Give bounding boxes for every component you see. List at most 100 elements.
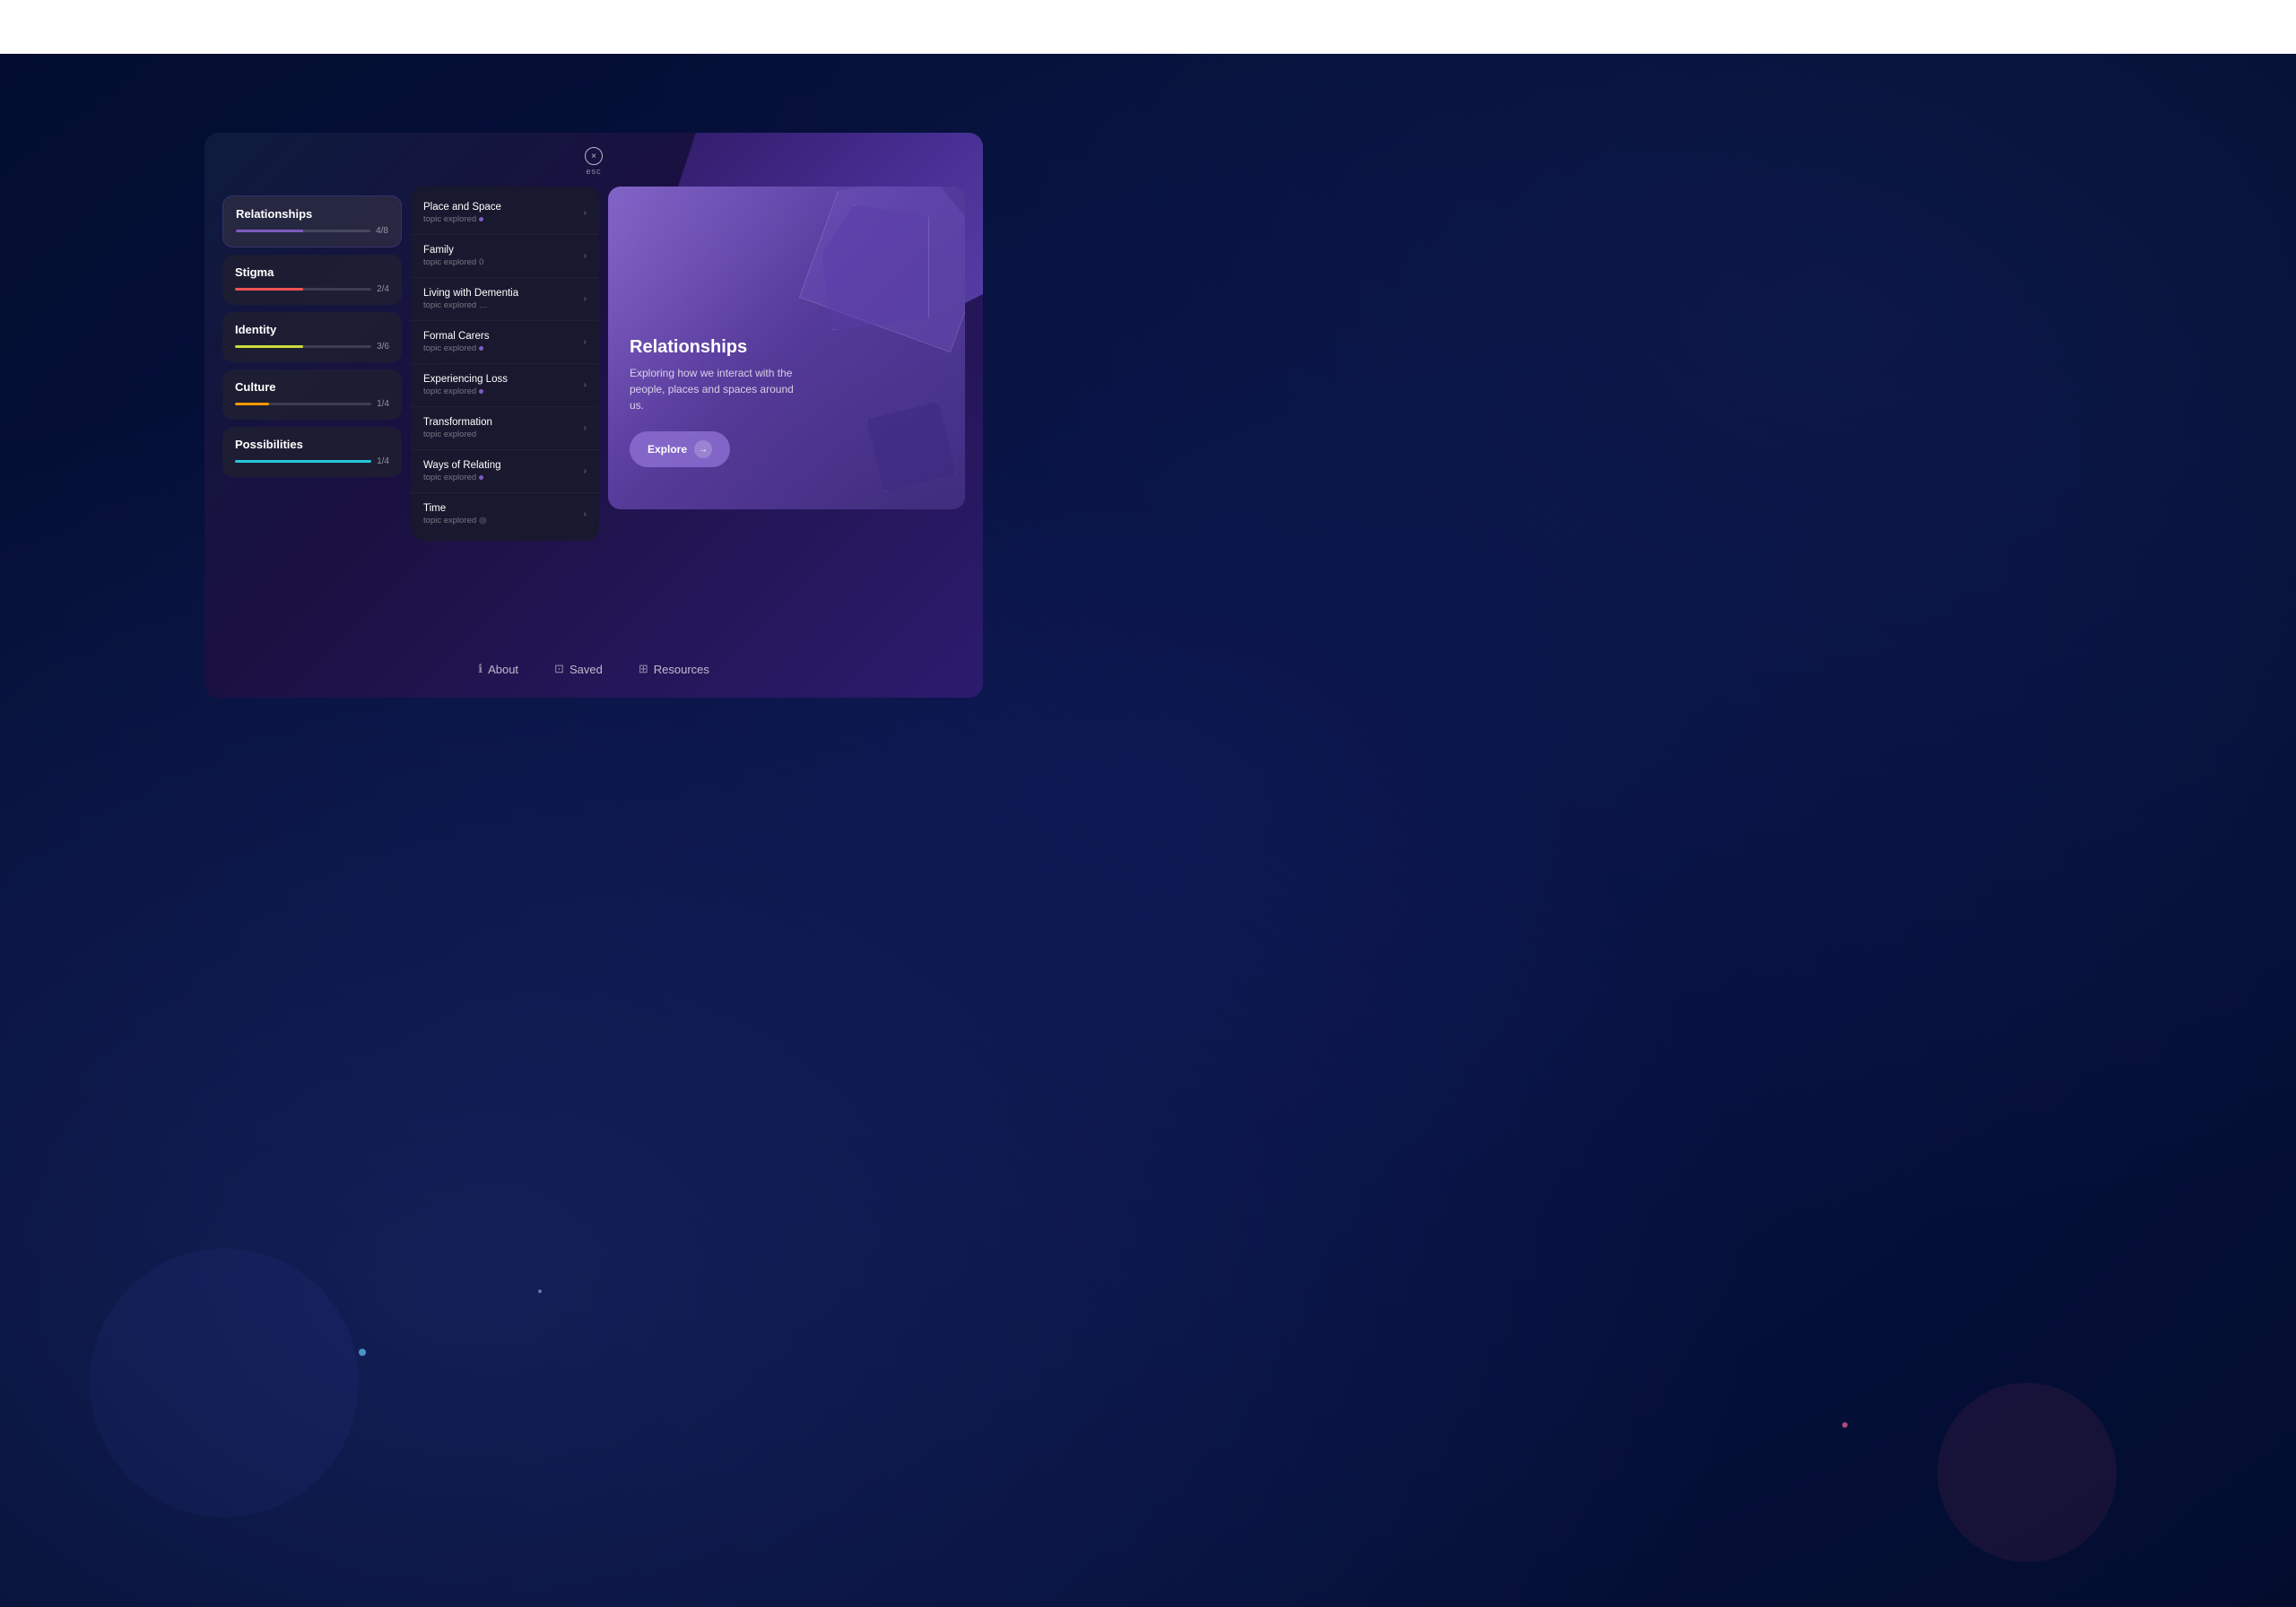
progress-label: 1/4 (377, 456, 389, 466)
topic-item-formal-carers[interactable]: Formal Carerstopic explored › (411, 321, 599, 364)
nav-label-resources: Resources (654, 663, 709, 676)
topic-item-living-with-dementia[interactable]: Living with Dementiatopic explored … › (411, 278, 599, 321)
saved-icon: ⊡ (554, 662, 564, 676)
topic-name: Time (423, 503, 486, 514)
progress-label: 2/4 (377, 284, 389, 294)
category-name: Relationships (236, 207, 388, 221)
topic-item-time[interactable]: Time topic explored ◎ › (411, 493, 599, 535)
topic-status-dot (479, 346, 483, 351)
topic-explored-text: topic explored (423, 516, 476, 526)
topic-chevron-icon: › (584, 337, 587, 347)
category-name: Identity (235, 323, 389, 336)
nav-label-about: About (488, 663, 518, 676)
progress-label: 3/6 (377, 342, 389, 352)
nav-item-saved[interactable]: ⊡ Saved (554, 662, 603, 676)
detail-panel: Relationships Exploring how we interact … (608, 187, 965, 509)
progress-bar-bg (235, 345, 371, 348)
category-item-culture[interactable]: Culture1/4 (222, 369, 402, 420)
category-item-stigma[interactable]: Stigma 2/4 (222, 255, 402, 305)
detail-content: Relationships Exploring how we interact … (630, 337, 944, 467)
topic-sub: topic explored … (423, 300, 518, 310)
progress-bar-bg (235, 460, 371, 463)
topic-sub: topic explored (423, 343, 489, 353)
app-window: × esc Relationships 4/8 Stigma 2/4 Identity 3… (204, 133, 983, 698)
topic-item-transformation[interactable]: Transformationtopic explored› (411, 407, 599, 450)
topic-extra-label: ◎ (479, 516, 486, 526)
panels-container: Relationships 4/8 Stigma 2/4 Identity 3/6 Cult… (204, 187, 983, 626)
topic-sub: topic explored ◎ (423, 516, 486, 526)
topic-status-dot (479, 389, 483, 394)
category-name: Culture (235, 380, 389, 394)
progress-bar-fill (235, 345, 303, 348)
topic-chevron-icon: › (584, 509, 587, 519)
about-icon: ℹ (478, 662, 483, 676)
middle-panel: Place and Spacetopic explored›Familytopi… (411, 187, 599, 541)
topic-explored-text: topic explored (423, 257, 476, 267)
topic-explored-text: topic explored (423, 214, 476, 224)
nav-label-saved: Saved (570, 663, 603, 676)
category-item-relationships[interactable]: Relationships 4/8 (222, 195, 402, 248)
topic-item-place-and-space[interactable]: Place and Spacetopic explored › (411, 192, 599, 235)
topic-name: Family (423, 245, 483, 256)
explore-label: Explore (648, 443, 687, 456)
topic-left: Living with Dementiatopic explored … (423, 288, 518, 310)
category-item-identity[interactable]: Identity 3/6 (222, 312, 402, 362)
resources-icon: ⊞ (639, 662, 648, 676)
topic-sub: topic explored (423, 214, 501, 224)
bg-deco-3 (359, 1349, 366, 1356)
topic-chevron-icon: › (584, 294, 587, 304)
topic-item-experiencing-loss[interactable]: Experiencing Loss topic explored › (411, 364, 599, 407)
topic-status-dot (479, 217, 483, 222)
category-item-possibilities[interactable]: Possibilities1/4 (222, 427, 402, 477)
topic-explored-text: topic explored (423, 387, 476, 396)
topic-sub: topic explored 0 (423, 257, 483, 267)
nav-item-about[interactable]: ℹ About (478, 662, 518, 676)
explore-button[interactable]: Explore → (630, 431, 730, 467)
progress-bar-fill (235, 288, 303, 291)
topic-explored-text: topic explored (423, 300, 476, 310)
progress-bar-bg (235, 403, 371, 405)
topic-status-dot (479, 475, 483, 480)
progress-bar-fill (235, 460, 371, 463)
topic-left: Transformation topic explored (423, 417, 492, 439)
topic-chevron-icon: › (584, 251, 587, 261)
bg-deco-2 (1937, 1383, 2117, 1562)
nav-item-resources[interactable]: ⊞ Resources (639, 662, 709, 676)
category-name: Stigma (235, 265, 389, 279)
topic-left: Formal Carerstopic explored (423, 331, 489, 353)
bg-deco-1 (90, 1248, 359, 1517)
topic-name: Transformation (423, 417, 492, 428)
top-bar (0, 0, 2296, 54)
topic-sub: topic explored (423, 387, 508, 396)
close-icon[interactable]: × (585, 147, 603, 165)
detail-description: Exploring how we interact with the peopl… (630, 365, 809, 413)
progress-bar-bg (236, 230, 370, 232)
topic-name: Formal Carers (423, 331, 489, 342)
topic-name: Experiencing Loss (423, 374, 508, 385)
topic-left: Familytopic explored 0 (423, 245, 483, 267)
progress-bar-bg (235, 288, 371, 291)
close-button[interactable]: × esc (585, 147, 603, 176)
left-panel: Relationships 4/8 Stigma 2/4 Identity 3/6 Cult… (222, 187, 402, 477)
esc-label: esc (586, 167, 601, 176)
progress-label: 4/8 (376, 226, 388, 236)
progress-bar-fill (236, 230, 303, 232)
topic-item-family[interactable]: Familytopic explored 0 › (411, 235, 599, 278)
bg-deco-5 (538, 1290, 542, 1293)
topic-name: Ways of Relating (423, 460, 501, 471)
topic-left: Ways of Relating topic explored (423, 460, 501, 482)
explore-arrow-icon: → (694, 440, 712, 458)
topic-left: Experiencing Loss topic explored (423, 374, 508, 396)
topic-name: Place and Space (423, 202, 501, 213)
topic-name: Living with Dementia (423, 288, 518, 299)
detail-title: Relationships (630, 337, 944, 358)
topic-explored-text: topic explored (423, 430, 476, 439)
progress-bar-fill (235, 403, 269, 405)
topic-left: Time topic explored ◎ (423, 503, 486, 526)
topic-chevron-icon: › (584, 208, 587, 218)
topic-sub: topic explored (423, 473, 501, 482)
topic-extra-label: 0 (479, 257, 483, 267)
topic-chevron-icon: › (584, 380, 587, 390)
topic-item-ways-of-relating[interactable]: Ways of Relatingtopic explored› (411, 450, 599, 493)
topic-explored-text: topic explored (423, 343, 476, 353)
